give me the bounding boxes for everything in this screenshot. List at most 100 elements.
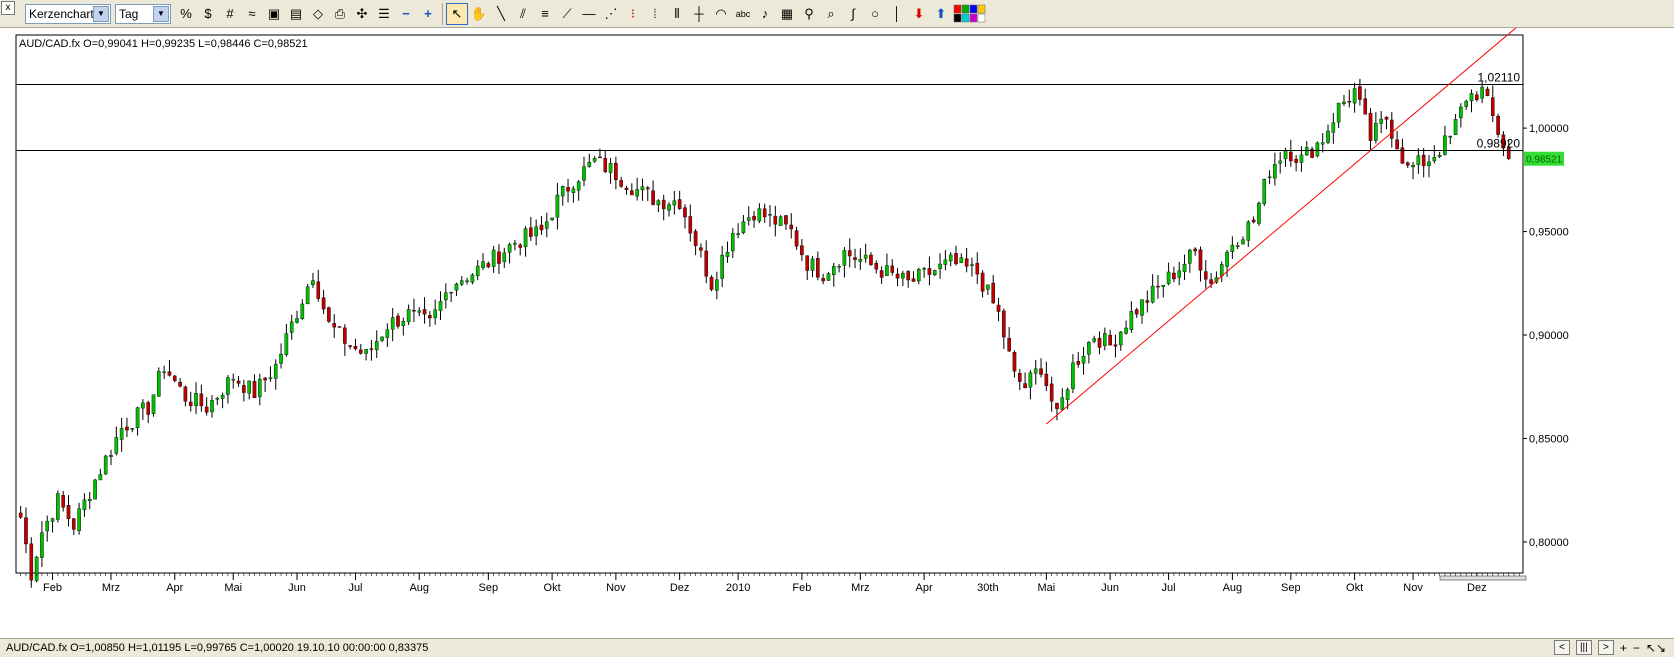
candle-body bbox=[901, 272, 905, 279]
candle-body bbox=[656, 200, 661, 206]
y-tick-label: 0,95000 bbox=[1529, 227, 1569, 239]
candle-body bbox=[816, 258, 820, 278]
x-tick-label: Jun bbox=[288, 582, 306, 594]
fit-view-button[interactable]: ↖↘ bbox=[1646, 641, 1666, 655]
circle-icon[interactable]: ○ bbox=[864, 3, 886, 25]
chevron-down-icon[interactable]: ▼ bbox=[153, 5, 169, 22]
retracement-icon[interactable]: ⁝ bbox=[622, 3, 644, 25]
percent-dollar-icon[interactable]: $ bbox=[197, 3, 219, 25]
candle-body bbox=[715, 279, 719, 291]
chart-type-value: Kerzenchart bbox=[29, 6, 93, 21]
x-tick-label: Dez bbox=[1467, 582, 1487, 594]
candle-body bbox=[975, 263, 980, 275]
candle bbox=[151, 394, 156, 417]
timeframe-select[interactable]: Tag ▼ bbox=[115, 3, 171, 24]
line-tool-icon[interactable]: ╲ bbox=[490, 3, 512, 25]
candle-body bbox=[810, 258, 815, 271]
candle-body bbox=[167, 371, 172, 376]
candle-body bbox=[986, 284, 990, 290]
candle-body bbox=[826, 273, 831, 281]
crosshair-icon[interactable]: ┼ bbox=[688, 3, 710, 25]
fan-icon[interactable]: ⟋ bbox=[556, 3, 578, 25]
vertical-line-icon[interactable]: │ bbox=[886, 3, 908, 25]
candle-body bbox=[1134, 309, 1139, 315]
candle-body bbox=[1049, 383, 1054, 402]
candle-body bbox=[651, 190, 655, 205]
magnifier-icon[interactable]: ⚲ bbox=[798, 3, 820, 25]
palette-swatch[interactable] bbox=[969, 13, 978, 22]
zoom-out-icon[interactable]: − bbox=[395, 3, 417, 25]
zoom-in-icon[interactable]: + bbox=[417, 3, 439, 25]
candle-body bbox=[869, 254, 873, 265]
candle-body bbox=[1475, 94, 1479, 100]
chart-header-text: AUD/CAD.fx O=0,99041 H=0,99235 L=0,98446… bbox=[19, 38, 308, 50]
sell-arrow-icon[interactable]: ⬇ bbox=[908, 3, 930, 25]
magnifier-area-icon[interactable]: ⌕ bbox=[820, 3, 842, 25]
color-palette-icon[interactable] bbox=[952, 3, 988, 25]
palette-swatch[interactable] bbox=[961, 4, 970, 13]
candle-body bbox=[1278, 160, 1282, 164]
palette-swatches[interactable] bbox=[953, 4, 987, 24]
buy-arrow-icon[interactable]: ⬆ bbox=[930, 3, 952, 25]
candle-body bbox=[603, 158, 608, 172]
palette-swatch[interactable] bbox=[953, 13, 962, 22]
parallel-lines-icon[interactable]: ⫽ bbox=[512, 3, 534, 25]
scroll-right-button[interactable]: > bbox=[1597, 640, 1614, 655]
curve-icon[interactable]: ∫ bbox=[842, 3, 864, 25]
zoom-plus-button[interactable]: + bbox=[1620, 641, 1627, 655]
chart-area[interactable]: AUD/CAD.fx O=0,99041 H=0,99235 L=0,98446… bbox=[0, 20, 1674, 638]
scroll-left-button[interactable]: < bbox=[1553, 640, 1570, 655]
levels-icon[interactable]: ⦙ bbox=[644, 3, 666, 25]
y-tick-label: 1,00000 bbox=[1529, 123, 1569, 135]
window-icon[interactable]: ▣ bbox=[263, 3, 285, 25]
palette-swatch[interactable] bbox=[969, 4, 978, 13]
scroll-thumb[interactable] bbox=[1439, 575, 1527, 581]
palette-swatch[interactable] bbox=[953, 4, 962, 13]
candlestick-chart[interactable]: AUD/CAD.fx O=0,99041 H=0,99235 L=0,98446… bbox=[0, 20, 1674, 638]
eraser-icon[interactable]: ◇ bbox=[307, 3, 329, 25]
palette-swatch[interactable] bbox=[977, 13, 986, 22]
hand-icon[interactable]: ✋ bbox=[468, 3, 490, 25]
indicator-icon[interactable]: ≈ bbox=[241, 3, 263, 25]
print-icon[interactable]: ⎙ bbox=[329, 3, 351, 25]
fibonacci-icon[interactable]: ≡ bbox=[534, 3, 556, 25]
candle-body bbox=[252, 380, 257, 399]
candle-body bbox=[475, 265, 480, 277]
color-tool-icon[interactable]: ✣ bbox=[351, 3, 373, 25]
cursor-arrow-icon[interactable]: ↖ bbox=[446, 2, 468, 25]
candle-body bbox=[236, 380, 241, 384]
palette-swatch[interactable] bbox=[961, 13, 970, 22]
candle-body bbox=[1156, 285, 1160, 288]
candle-body bbox=[917, 269, 921, 282]
candle-body bbox=[1363, 98, 1368, 115]
chevron-down-icon[interactable]: ▼ bbox=[93, 5, 109, 22]
candle-body bbox=[295, 318, 299, 323]
calculator-icon[interactable]: ▦ bbox=[776, 3, 798, 25]
time-scrollbar[interactable] bbox=[1439, 575, 1527, 581]
candle-body bbox=[401, 321, 406, 326]
chart-window-icon[interactable]: ▤ bbox=[285, 3, 307, 25]
candle-body bbox=[481, 261, 485, 268]
bars-button[interactable]: ||| bbox=[1575, 640, 1592, 655]
plot-frame bbox=[15, 34, 1524, 574]
cycles-icon[interactable]: ⦀ bbox=[666, 3, 688, 25]
candle-body bbox=[571, 188, 576, 193]
candle-body bbox=[1326, 130, 1330, 143]
candle-body bbox=[321, 297, 326, 310]
text-tool-icon[interactable]: abc bbox=[732, 3, 754, 25]
candle-body bbox=[544, 221, 549, 229]
zoom-minus-button[interactable]: − bbox=[1633, 641, 1640, 655]
candle-body bbox=[1172, 272, 1176, 280]
chart-type-select[interactable]: Kerzenchart ▼ bbox=[25, 3, 111, 24]
arc-icon[interactable]: ◠ bbox=[710, 3, 732, 25]
bell-icon[interactable]: ♪ bbox=[754, 3, 776, 25]
grid-icon[interactable]: # bbox=[219, 3, 241, 25]
candle bbox=[93, 478, 97, 500]
close-icon[interactable]: x bbox=[1, 1, 15, 15]
horizontal-line-icon[interactable]: — bbox=[578, 3, 600, 25]
properties-icon[interactable]: ☰ bbox=[373, 3, 395, 25]
candle-body bbox=[1076, 361, 1081, 365]
gann-fan-icon[interactable]: ⋰ bbox=[600, 3, 622, 25]
palette-swatch[interactable] bbox=[977, 4, 986, 13]
percent-euro-icon[interactable]: % bbox=[175, 3, 197, 25]
